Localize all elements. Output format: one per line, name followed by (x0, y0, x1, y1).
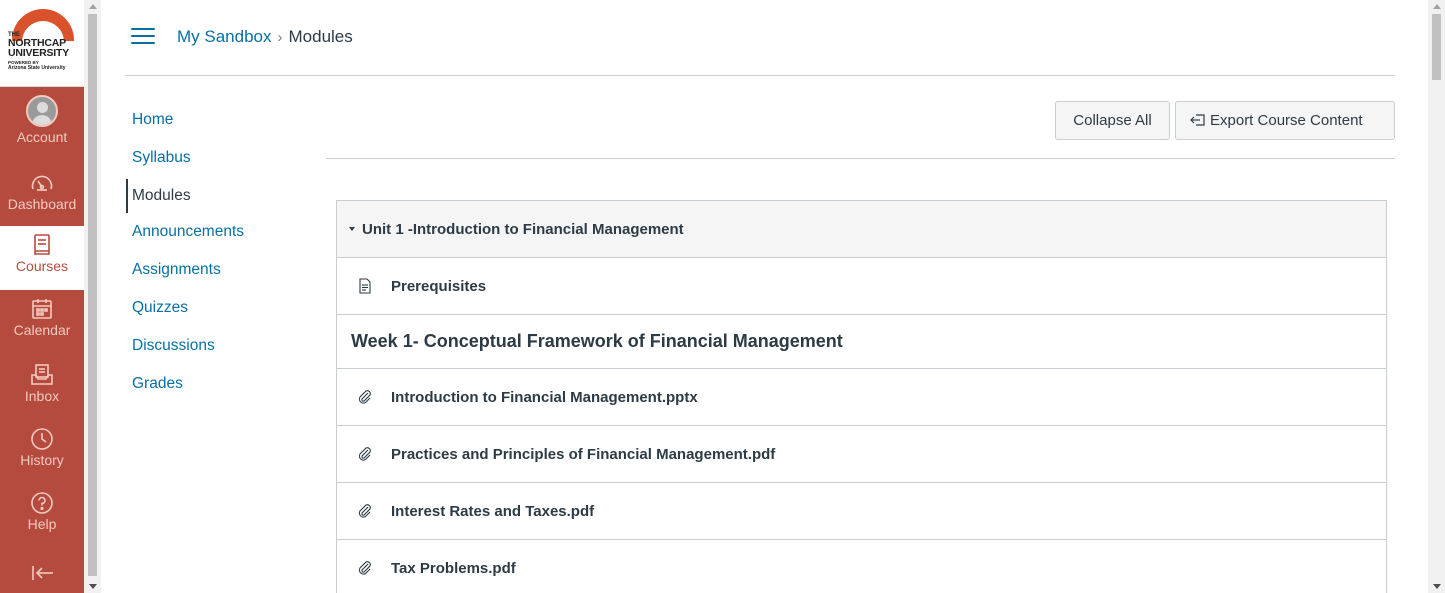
subheader-title: Week 1- Conceptual Framework of Financia… (351, 331, 843, 351)
module-item-title[interactable]: Prerequisites (391, 258, 486, 315)
courses-icon (34, 234, 50, 255)
collapse-all-button[interactable]: Collapse All (1055, 101, 1170, 140)
page-header: My Sandbox › Modules (125, 0, 1395, 76)
global-nav-label: Help (27, 516, 57, 532)
help-icon (31, 492, 53, 514)
global-nav-inbox[interactable]: Inbox (0, 362, 84, 426)
export-icon (1190, 114, 1205, 126)
scroll-up-arrow-icon[interactable] (89, 4, 97, 9)
course-nav: Home Syllabus Modules Announcements Assi… (126, 105, 306, 407)
nav-scrollbar[interactable] (84, 0, 101, 593)
course-nav-modules[interactable]: Modules (126, 179, 306, 213)
module-item[interactable]: Introduction to Financial Management.ppt… (337, 369, 1386, 426)
avatar-icon (26, 95, 58, 127)
global-nav-label: Inbox (24, 388, 60, 404)
course-nav-quizzes[interactable]: Quizzes (126, 293, 306, 331)
course-nav-assignments[interactable]: Assignments (126, 255, 306, 293)
paperclip-icon (358, 390, 371, 404)
module-item-title[interactable]: Interest Rates and Taxes.pdf (391, 483, 594, 540)
module-title: Unit 1 -Introduction to Financial Manage… (362, 221, 684, 238)
breadcrumb-separator: › (277, 29, 283, 46)
breadcrumb-current: Modules (288, 27, 353, 46)
module-item[interactable]: Prerequisites (337, 258, 1386, 315)
course-nav-announcements[interactable]: Announcements (126, 217, 306, 255)
module-subheader: Week 1- Conceptual Framework of Financia… (337, 315, 1386, 369)
paperclip-icon (358, 504, 371, 518)
caret-down-icon[interactable] (349, 227, 355, 231)
module-item[interactable]: Practices and Principles of Financial Ma… (337, 426, 1386, 483)
course-nav-syllabus[interactable]: Syllabus (126, 143, 306, 181)
global-nav-courses[interactable]: Courses (0, 226, 84, 290)
inbox-icon (31, 364, 53, 385)
breadcrumb: My Sandbox › Modules (177, 26, 353, 49)
breadcrumb-course-link[interactable]: My Sandbox (177, 27, 272, 46)
scroll-down-arrow-icon[interactable] (1433, 584, 1441, 589)
scroll-up-arrow-icon[interactable] (1433, 4, 1441, 9)
course-nav-home[interactable]: Home (126, 105, 306, 143)
module-item-title[interactable]: Introduction to Financial Management.ppt… (391, 369, 698, 426)
global-nav-calendar[interactable]: Calendar (0, 296, 84, 360)
module-container: Unit 1 -Introduction to Financial Manage… (336, 200, 1387, 593)
module-item[interactable]: Interest Rates and Taxes.pdf (337, 483, 1386, 540)
scrollbar-thumb[interactable] (88, 14, 97, 576)
page-icon (359, 278, 371, 294)
global-nav: THE NORTHCAP UNIVERSITY POWERED BY Arizo… (0, 0, 84, 593)
global-nav-label: Courses (15, 258, 69, 274)
global-nav-account[interactable]: Account (0, 95, 84, 159)
export-label: Export Course Content (1210, 112, 1363, 129)
calendar-icon (32, 299, 52, 319)
global-nav-dashboard[interactable]: Dashboard (0, 170, 84, 234)
module-item-title[interactable]: Tax Problems.pdf (391, 540, 516, 593)
scroll-down-arrow-icon[interactable] (89, 584, 97, 589)
collapse-arrow-icon (32, 566, 53, 580)
global-nav-history[interactable]: History (0, 426, 84, 490)
collapse-nav-button[interactable] (0, 560, 84, 590)
course-nav-discussions[interactable]: Discussions (126, 331, 306, 369)
global-nav-label: Calendar (13, 322, 71, 338)
paperclip-icon (358, 561, 371, 575)
global-nav-help[interactable]: Help (0, 490, 84, 554)
global-nav-label: Account (16, 129, 68, 145)
clock-icon (31, 428, 53, 450)
toolbar-divider (326, 158, 1395, 159)
scrollbar-thumb[interactable] (1432, 14, 1441, 80)
global-nav-label: History (20, 452, 64, 468)
module-header[interactable]: Unit 1 -Introduction to Financial Manage… (337, 201, 1386, 258)
module-item[interactable]: Tax Problems.pdf (337, 540, 1386, 593)
module-item-title[interactable]: Practices and Principles of Financial Ma… (391, 426, 775, 483)
paperclip-icon (358, 447, 371, 461)
page-scrollbar[interactable] (1428, 0, 1445, 593)
course-nav-grades[interactable]: Grades (126, 369, 306, 407)
hamburger-menu-icon[interactable] (131, 28, 155, 46)
dashboard-icon (31, 175, 53, 191)
export-course-content-button[interactable]: Export Course Content (1175, 101, 1395, 140)
university-logo[interactable]: THE NORTHCAP UNIVERSITY POWERED BY Arizo… (0, 0, 84, 87)
global-nav-label: Dashboard (7, 196, 77, 212)
